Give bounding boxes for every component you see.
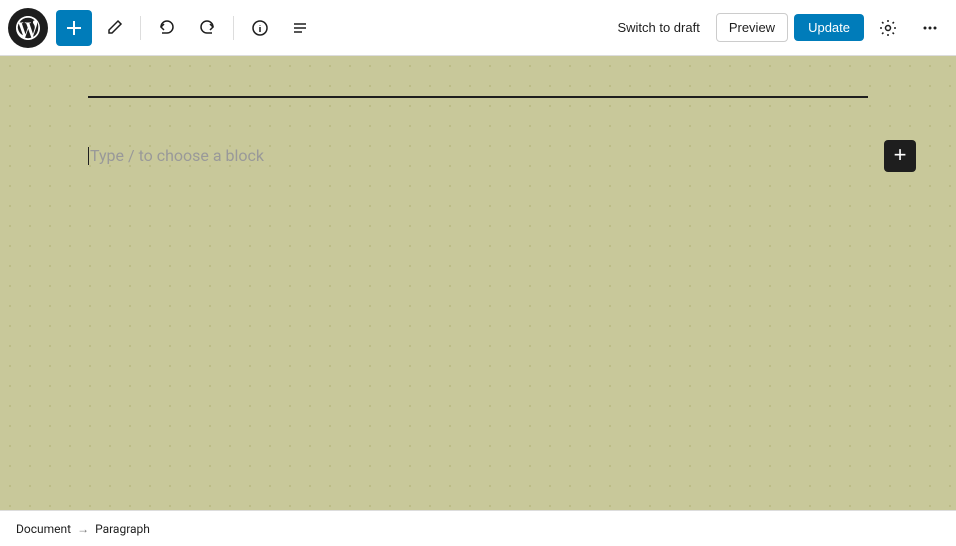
info-icon	[251, 19, 269, 37]
plus-icon	[65, 19, 83, 37]
redo-icon	[198, 19, 216, 37]
breadcrumb-paragraph[interactable]: Paragraph	[95, 522, 150, 536]
wordpress-icon	[16, 16, 40, 40]
add-block-icon: +	[884, 140, 916, 172]
block-placeholder: Type / to choose a block	[90, 146, 264, 165]
list-icon	[291, 19, 309, 37]
breadcrumb-document[interactable]: Document	[16, 522, 71, 536]
block-content[interactable]: Type / to choose a block	[88, 138, 868, 173]
add-block-inline-button[interactable]: +	[884, 140, 916, 172]
paragraph-block[interactable]: Type / to choose a block +	[88, 138, 868, 173]
switch-to-draft-button[interactable]: Switch to draft	[607, 14, 709, 41]
edit-button[interactable]	[96, 10, 132, 46]
pencil-icon	[105, 19, 123, 37]
redo-button[interactable]	[189, 10, 225, 46]
gear-icon	[879, 19, 897, 37]
editor-canvas: Type / to choose a block +	[88, 96, 868, 470]
more-options-button[interactable]	[912, 10, 948, 46]
update-button[interactable]: Update	[794, 14, 864, 41]
editor-area: Type / to choose a block +	[0, 56, 956, 510]
text-cursor	[88, 147, 89, 165]
toolbar-right-group: Switch to draft Preview Update	[607, 10, 948, 46]
toolbar-divider-1	[140, 16, 141, 40]
main-toolbar: Switch to draft Preview Update	[0, 0, 956, 56]
toolbar-divider-2	[233, 16, 234, 40]
info-button[interactable]	[242, 10, 278, 46]
ellipsis-icon	[921, 19, 939, 37]
status-bar: Document → Paragraph	[0, 510, 956, 546]
undo-button[interactable]	[149, 10, 185, 46]
wp-logo-button[interactable]	[8, 8, 48, 48]
undo-icon	[158, 19, 176, 37]
settings-button[interactable]	[870, 10, 906, 46]
preview-button[interactable]: Preview	[716, 13, 788, 42]
editor-separator	[88, 96, 868, 98]
list-view-button[interactable]	[282, 10, 318, 46]
breadcrumb-arrow: →	[77, 522, 89, 536]
add-block-toolbar-button[interactable]	[56, 10, 92, 46]
